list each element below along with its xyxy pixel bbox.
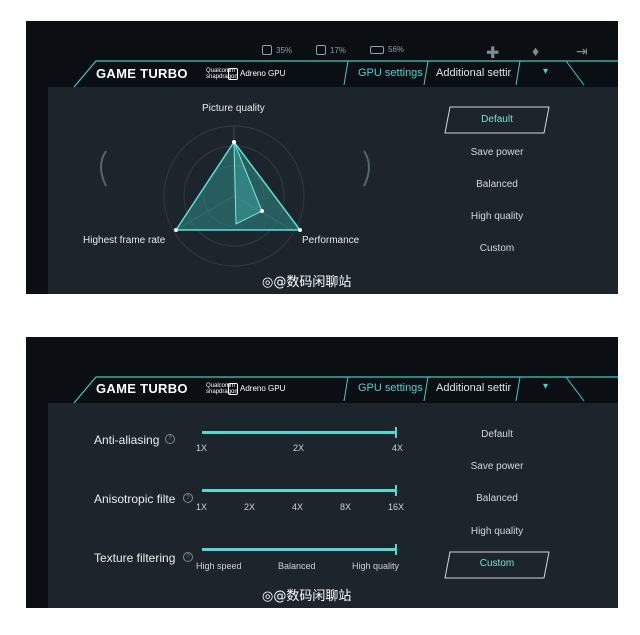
radar-label-picture-quality: Picture quality: [202, 103, 265, 114]
gpu-name: Adreno GPU: [240, 69, 286, 78]
preset-balanced[interactable]: Balanced: [447, 179, 547, 190]
snapdragon-icon: [228, 383, 238, 395]
snapdragon-icon: [228, 68, 238, 80]
slider-handle[interactable]: [395, 427, 397, 438]
tick-label: 1X: [196, 502, 208, 512]
preset-default[interactable]: Default: [447, 114, 547, 125]
exit-icon[interactable]: ⇥: [576, 43, 588, 60]
weibo-icon: ◎: [262, 589, 274, 604]
tick-label: 1X: [196, 443, 208, 453]
tab-gpu-settings[interactable]: GPU settings: [358, 382, 423, 394]
radar-label-performance: Performance: [302, 235, 360, 246]
preset-high-quality[interactable]: High quality: [447, 526, 547, 537]
tab-gpu-settings[interactable]: GPU settings: [358, 67, 423, 79]
diamond-icon[interactable]: ♦: [532, 43, 539, 59]
tick-label: 2X: [244, 502, 256, 512]
anti-aliasing-slider[interactable]: [202, 431, 396, 434]
anisotropic-filter-label: Anisotropic filte: [94, 492, 176, 506]
weibo-icon: ◎: [262, 275, 274, 290]
watermark: ◎@数码闲聊站: [262, 589, 352, 604]
tab-additional-settings[interactable]: Additional settir: [436, 382, 511, 394]
tick-label: 8X: [340, 502, 352, 512]
preset-default[interactable]: Default: [447, 429, 547, 440]
tab-additional-settings[interactable]: Additional settir: [436, 67, 511, 79]
chevron-down-icon[interactable]: ▾: [543, 66, 548, 77]
slider-handle[interactable]: [395, 485, 397, 496]
preset-custom[interactable]: Custom: [447, 243, 547, 254]
tick-label: 2X: [293, 443, 305, 453]
preset-save-power[interactable]: Save power: [447, 147, 547, 158]
gpu-name: Adreno GPU: [240, 384, 286, 393]
help-icon[interactable]: ?: [183, 552, 193, 562]
app-title: GAME TURBO: [96, 381, 188, 396]
app-title: GAME TURBO: [96, 66, 188, 81]
preset-custom[interactable]: Custom: [447, 558, 547, 569]
gpu-icon: [316, 45, 326, 55]
battery-status: 56%: [370, 45, 404, 54]
texture-filtering-slider[interactable]: [202, 548, 396, 551]
tick-label: Balanced: [278, 561, 316, 571]
help-icon[interactable]: ?: [183, 493, 193, 503]
texture-filtering-label: Texture filtering: [94, 551, 176, 565]
help-icon[interactable]: ?: [165, 434, 175, 444]
gpu-preset-panel: 35% 17% 56% ✚ ♦ ⇥ GAME TURBO Qualcomm sn…: [26, 21, 618, 294]
tick-label: High speed: [196, 561, 242, 571]
battery-icon: [370, 45, 384, 54]
gpu-custom-panel: GAME TURBO Qualcomm snapdragon Adreno GP…: [26, 337, 618, 608]
plus-icon[interactable]: ✚: [486, 43, 499, 63]
slider-handle[interactable]: [395, 544, 397, 555]
tick-label: 16X: [388, 502, 405, 512]
tick-label: High quality: [352, 561, 400, 571]
watermark: ◎@数码闲聊站: [262, 275, 352, 290]
anti-aliasing-label: Anti-aliasing: [94, 433, 160, 447]
radar-chart: [100, 125, 370, 267]
gpu-status: 17%: [316, 45, 346, 55]
tick-label: 4X: [392, 443, 404, 453]
tick-label: 4X: [292, 502, 304, 512]
cpu-status: 35%: [262, 45, 292, 55]
chevron-down-icon[interactable]: ▾: [543, 381, 548, 392]
anisotropic-filter-slider[interactable]: [202, 489, 396, 492]
header-frame: [73, 376, 618, 404]
radar-label-frame-rate: Highest frame rate: [83, 235, 166, 246]
preset-high-quality[interactable]: High quality: [447, 211, 547, 222]
cpu-icon: [262, 45, 272, 55]
preset-balanced[interactable]: Balanced: [447, 493, 547, 504]
preset-save-power[interactable]: Save power: [447, 461, 547, 472]
